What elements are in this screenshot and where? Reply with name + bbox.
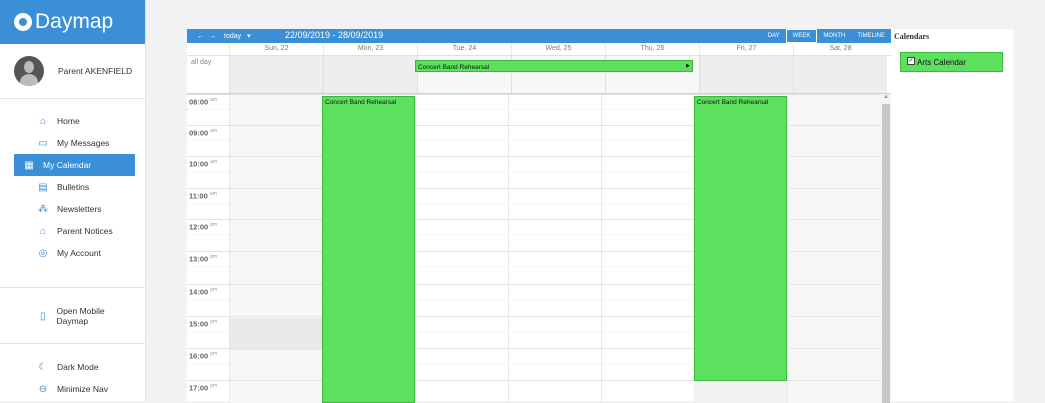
time-label: 12:00 pm — [189, 222, 218, 232]
view-month-button[interactable]: MONTH — [817, 30, 851, 42]
calendar-icon: ▦ — [24, 159, 34, 171]
logo-text: Daymap — [35, 10, 114, 33]
nav-item-label: Newsletters — [57, 204, 102, 214]
day-header: Mon, 23 — [323, 43, 417, 55]
dark-mode-button[interactable]: ☾ Dark Mode — [14, 356, 135, 378]
nav-item-label: Dark Mode — [57, 362, 99, 372]
nav-item-label: Minimize Nav — [57, 384, 109, 394]
account-icon: ◎ — [38, 247, 48, 259]
time-label: 11:00 am — [189, 191, 217, 201]
next-week-button[interactable]: → — [209, 33, 216, 40]
nav-item-label: My Messages — [57, 138, 110, 148]
today-button[interactable]: today — [224, 33, 241, 40]
continues-arrow-icon: ▶ — [686, 63, 690, 69]
mobile-nav: ▯ Open Mobile Daymap — [0, 305, 145, 327]
nav-item-label: Bulletins — [57, 182, 90, 192]
daymap-logo-icon — [14, 13, 32, 31]
day-header-row: Sun, 22 Mon, 23 Tue, 24 Wed, 25 Thu, 26 … — [187, 43, 891, 56]
event-title: Concert Band Rehearsal — [697, 99, 769, 106]
view-day-button[interactable]: DAY — [762, 30, 786, 42]
user-profile[interactable]: Parent AKENFIELD — [0, 44, 145, 99]
calendar-event[interactable]: Concert Band Rehearsal — [694, 96, 787, 381]
open-mobile-daymap-button[interactable]: ▯ Open Mobile Daymap — [14, 305, 135, 327]
logo-bar: Daymap — [0, 0, 145, 44]
view-switcher: DAY WEEK MONTH TIMELINE — [762, 29, 891, 43]
all-day-label: all day — [187, 56, 229, 93]
all-day-cell[interactable] — [323, 56, 417, 93]
nav-item-parent-notices[interactable]: ⌂ Parent Notices — [14, 220, 135, 242]
nav-divider — [0, 287, 145, 288]
today-dropdown-icon[interactable]: ▾ — [247, 32, 251, 40]
minimize-icon: ⊖ — [38, 383, 48, 395]
all-day-event[interactable]: Concert Band Rehearsal ▶ — [415, 60, 693, 72]
nav-item-home[interactable]: ⌂ Home — [14, 110, 135, 132]
day-header: Fri, 27 — [699, 43, 793, 55]
view-timeline-button[interactable]: TIMELINE — [851, 30, 891, 42]
user-name: Parent AKENFIELD — [58, 66, 133, 76]
notice-icon: ⌂ — [39, 225, 47, 237]
day-header: Sun, 22 — [229, 43, 323, 55]
nav-item-label: Home — [57, 116, 80, 126]
day-header: Tue, 24 — [417, 43, 511, 55]
time-label: 13:00 pm — [189, 254, 218, 264]
scroll-up-icon[interactable]: ▲ — [883, 94, 889, 100]
time-label: 10:00 am — [189, 159, 218, 169]
all-day-row: all day Concert Band Rehearsal ▶ — [187, 56, 891, 94]
time-label: 17:00 pm — [189, 383, 218, 393]
calendar-event[interactable]: Concert Band Rehearsal — [322, 96, 415, 403]
nav-item-newsletters[interactable]: ⁂ Newsletters — [14, 198, 135, 220]
all-day-cell[interactable] — [229, 56, 323, 93]
nav-item-calendar[interactable]: ▦ My Calendar — [14, 154, 135, 176]
avatar — [14, 56, 44, 86]
minimize-nav-button[interactable]: ⊖ Minimize Nav — [14, 378, 135, 400]
nav-item-label: Parent Notices — [57, 226, 113, 236]
calendar-toolbar: ← → today ▾ 22/09/2019 - 28/09/2019 DAY … — [187, 29, 891, 43]
scrollbar-thumb[interactable] — [882, 104, 890, 403]
checkbox-checked-icon[interactable]: ✓ — [907, 57, 915, 65]
newsletter-icon: ⁂ — [38, 203, 48, 215]
nav-item-label: Open Mobile Daymap — [56, 306, 105, 326]
dark-mode-icon: ☾ — [38, 361, 48, 373]
time-label: 14:00 pm — [189, 287, 218, 297]
calendar-toggle-arts[interactable]: ✓ Arts Calendar — [900, 52, 1003, 72]
calendar-scrollbar[interactable]: ▲ — [881, 94, 891, 403]
day-header: Thu, 26 — [605, 43, 699, 55]
calendars-panel: Calendars ✓ Arts Calendar — [891, 29, 1013, 401]
date-range: 22/09/2019 - 28/09/2019 — [285, 30, 384, 40]
nav-divider — [0, 343, 145, 344]
bulletin-icon: ▤ — [38, 181, 48, 193]
day-header: Wed, 25 — [511, 43, 605, 55]
view-week-button[interactable]: WEEK — [785, 29, 818, 43]
nav-item-label: My Calendar — [43, 160, 92, 170]
utility-nav: ☾ Dark Mode ⊖ Minimize Nav — [0, 356, 145, 400]
nav-item-bulletins[interactable]: ▤ Bulletins — [14, 176, 135, 198]
nav-item-account[interactable]: ◎ My Account — [14, 242, 135, 264]
sidebar: Daymap Parent AKENFIELD ⌂ Home ▭ My Mess… — [0, 0, 146, 401]
time-label: 16:00 pm — [189, 351, 218, 361]
all-day-cell[interactable] — [793, 56, 887, 93]
calendars-panel-title: Calendars — [894, 32, 930, 41]
time-label: 09:00 am — [189, 128, 218, 138]
time-grid: 08:00 am 09:00 am 10:00 am 11:00 am 12:0… — [187, 94, 891, 403]
all-day-cell[interactable] — [699, 56, 793, 93]
week-calendar: ← → today ▾ 22/09/2019 - 28/09/2019 DAY … — [187, 29, 891, 403]
event-title: Concert Band Rehearsal — [418, 64, 490, 71]
event-title: Concert Band Rehearsal — [325, 99, 397, 106]
time-label: 08:00 am — [189, 97, 218, 107]
message-icon: ▭ — [38, 137, 48, 149]
nav-item-label: My Account — [57, 248, 101, 258]
time-label: 15:00 pm — [189, 319, 218, 329]
prev-week-button[interactable]: ← — [197, 33, 204, 40]
day-header: Sat, 28 — [793, 43, 887, 55]
home-icon: ⌂ — [39, 115, 47, 127]
mobile-icon: ▯ — [39, 310, 46, 322]
calendar-name: Arts Calendar — [917, 58, 966, 67]
main-nav: ⌂ Home ▭ My Messages ▦ My Calendar ▤ Bul… — [0, 110, 145, 264]
nav-item-messages[interactable]: ▭ My Messages — [14, 132, 135, 154]
